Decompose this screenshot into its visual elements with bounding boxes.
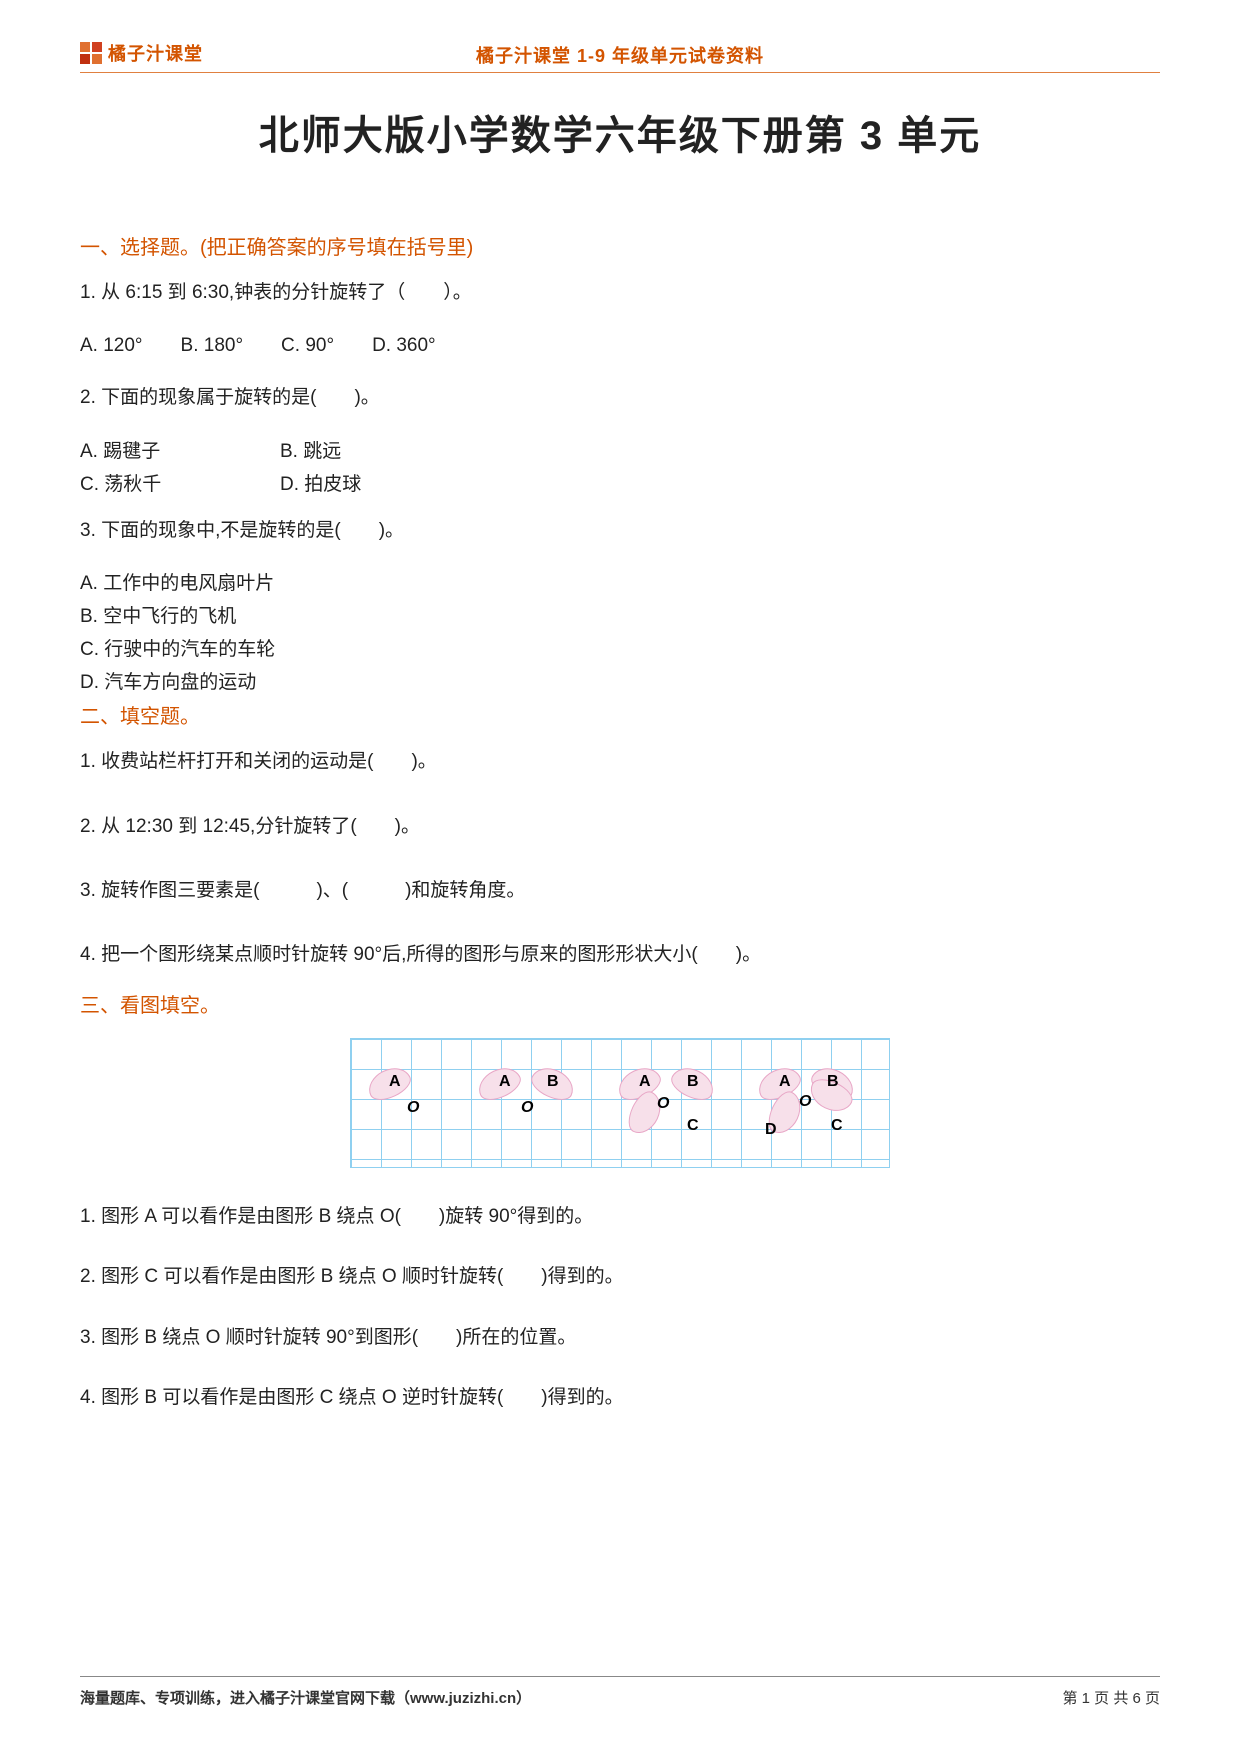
s1-q3-optC: C. 行驶中的汽车的车轮 (80, 634, 1160, 661)
fig-label-A: A (389, 1073, 401, 1091)
s2-q3: 3. 旋转作图三要素是( )、( )和旋转角度。 (80, 876, 1160, 906)
s2-q1: 1. 收费站栏杆打开和关闭的运动是( )。 (80, 747, 1160, 777)
fig-label-O2: O (521, 1099, 533, 1117)
fig-label-B4: B (827, 1073, 839, 1091)
fig-label-B3: B (687, 1073, 699, 1091)
rotation-figure: A O A B O A B C O A B C D O (350, 1038, 890, 1168)
s2-q2: 2. 从 12:30 到 12:45,分针旋转了( )。 (80, 812, 1160, 842)
fig-label-B2: B (547, 1073, 559, 1091)
s1-q2-optC: C. 荡秋千 (80, 469, 280, 496)
logo-icon (80, 42, 102, 64)
footer-left: 海量题库、专项训练，进入橘子汁课堂官网下载（www.juzizhi.cn） (80, 1687, 531, 1708)
fig-label-O4: O (799, 1093, 811, 1111)
s1-q3-optB: B. 空中飞行的飞机 (80, 601, 1160, 628)
section3-heading: 三、看图填空。 (80, 989, 1160, 1018)
fig-label-O3: O (657, 1095, 669, 1113)
fig-label-C3: C (687, 1117, 699, 1135)
s1-q1: 1. 从 6:15 到 6:30,钟表的分针旋转了（ ）。 (80, 278, 1160, 308)
fig-label-A4: A (779, 1073, 791, 1091)
brand-text: 橘子汁课堂 (108, 40, 203, 66)
figure-wrap: A O A B O A B C O A B C D O (80, 1038, 1160, 1168)
s1-q2-optB: B. 跳远 (280, 436, 480, 463)
s3-q2: 2. 图形 C 可以看作是由图形 B 绕点 O 顺时针旋转( )得到的。 (80, 1262, 1160, 1292)
section1-heading: 一、选择题。(把正确答案的序号填在括号里) (80, 231, 1160, 260)
s1-q3-optA: A. 工作中的电风扇叶片 (80, 568, 1160, 595)
section2-heading: 二、填空题。 (80, 700, 1160, 729)
s1-q3-optD: D. 汽车方向盘的运动 (80, 667, 1160, 694)
fig-label-D4: D (765, 1121, 777, 1139)
s1-q3-options: A. 工作中的电风扇叶片 B. 空中飞行的飞机 C. 行驶中的汽车的车轮 D. … (80, 568, 1160, 694)
s1-q2-options: A. 踢毽子 B. 跳远 C. 荡秋千 D. 拍皮球 (80, 436, 1160, 502)
fig-label-C4: C (831, 1117, 843, 1135)
s1-q2-optA: A. 踢毽子 (80, 436, 280, 463)
s2-q4: 4. 把一个图形绕某点顺时针旋转 90°后,所得的图形与原来的图形形状大小( )… (80, 940, 1160, 970)
s3-q3: 3. 图形 B 绕点 O 顺时针旋转 90°到图形( )所在的位置。 (80, 1323, 1160, 1353)
s1-q2-optD: D. 拍皮球 (280, 469, 480, 496)
fig-label-A3: A (639, 1073, 651, 1091)
footer: 海量题库、专项训练，进入橘子汁课堂官网下载（www.juzizhi.cn） 第 … (80, 1676, 1160, 1708)
s1-q3: 3. 下面的现象中,不是旋转的是( )。 (80, 516, 1160, 546)
footer-right: 第 1 页 共 6 页 (1062, 1687, 1160, 1708)
s3-q4: 4. 图形 B 可以看作是由图形 C 绕点 O 逆时针旋转( )得到的。 (80, 1383, 1160, 1413)
page-title: 北师大版小学数学六年级下册第 3 单元 (80, 103, 1160, 161)
s1-q2: 2. 下面的现象属于旋转的是( )。 (80, 383, 1160, 413)
fig-label-A2: A (499, 1073, 511, 1091)
s3-q1: 1. 图形 A 可以看作是由图形 B 绕点 O( )旋转 90°得到的。 (80, 1202, 1160, 1232)
header-center: 橘子汁课堂 1-9 年级单元试卷资料 (476, 42, 764, 68)
fig-label-O: O (407, 1099, 419, 1117)
page: 橘子汁课堂 橘子汁课堂 1-9 年级单元试卷资料 北师大版小学数学六年级下册第 … (0, 0, 1240, 1413)
s1-q1-options: A. 120° B. 180° C. 90° D. 360° (80, 330, 1160, 357)
brand-block: 橘子汁课堂 (80, 40, 203, 66)
